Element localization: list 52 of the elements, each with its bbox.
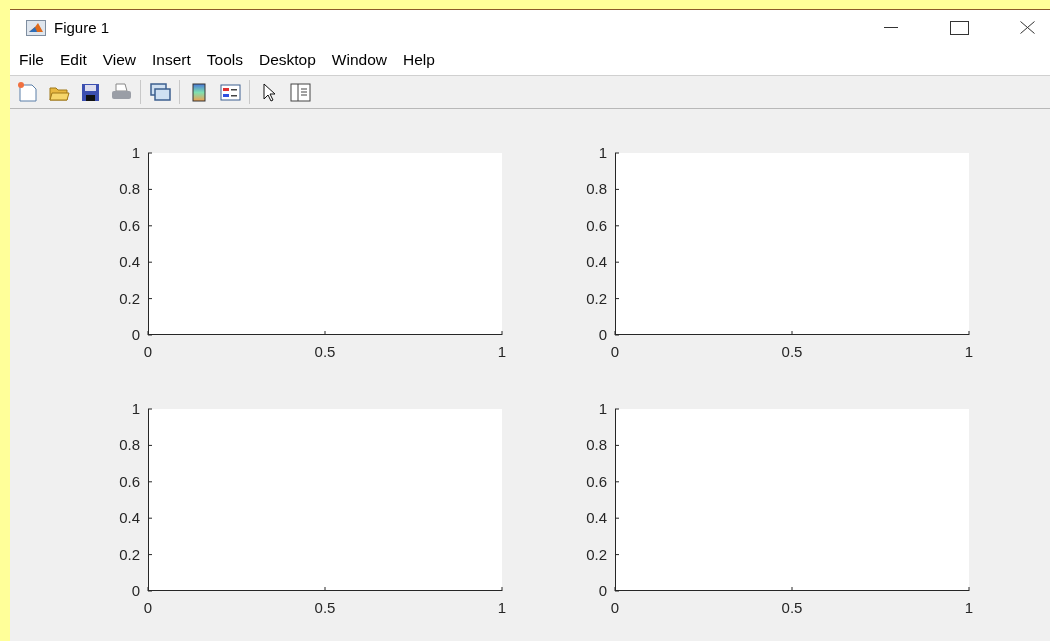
window-title: Figure 1 [54,19,111,36]
tick-label: 0.6 [119,472,140,490]
tick-label: 1 [964,599,974,616]
tick-label: 0.4 [586,509,607,527]
tick-label: 1 [131,400,140,417]
linked-windows-icon[interactable] [148,80,172,104]
tick-label: 0.4 [119,253,140,271]
minimize-icon[interactable] [884,26,898,29]
tick-label: 0 [610,599,620,616]
close-icon[interactable] [1019,21,1035,34]
tick-label: 0.5 [314,343,336,360]
menu-item[interactable]: Edit [51,51,94,69]
tick-label: 0.5 [781,343,803,360]
tick-label: 0.4 [586,253,607,271]
tick-label: 0.6 [119,216,140,234]
tick-label: 0.2 [119,289,140,307]
tick-label: 0.2 [119,545,140,563]
panel-icon[interactable] [288,80,312,104]
maximize-icon[interactable] [949,20,969,35]
tick-label: 0.8 [586,180,607,198]
app-icon [26,19,46,36]
menu-item[interactable]: File [10,51,51,69]
tick-label: 0 [610,343,620,360]
tick-label: 0.5 [781,599,803,616]
tick-label: 0.5 [314,599,336,616]
tick-label: 0.4 [119,509,140,527]
menu-item[interactable]: View [93,51,144,69]
tick-label: 0.2 [586,289,607,307]
tick-label: 0 [143,343,153,360]
tick-label: 1 [964,343,974,360]
tick-label: 0 [131,326,140,343]
menu-item[interactable]: Tools [197,51,250,69]
tick-label: 0.8 [119,180,140,198]
tick-label: 0 [598,582,607,599]
tick-label: 1 [497,343,507,360]
tick-label: 0.8 [586,436,607,454]
tick-label: 0 [143,599,153,616]
tick-label: 0.2 [586,545,607,563]
menu-item[interactable]: Window [322,51,394,69]
tick-label: 1 [598,400,607,417]
tick-label: 0 [131,582,140,599]
tick-label: 1 [598,144,607,161]
menu-item[interactable]: Help [394,51,442,69]
tick-label: 1 [131,144,140,161]
tick-label: 0.6 [586,472,607,490]
menu-item[interactable]: Desktop [250,51,323,69]
tick-label: 0 [598,326,607,343]
tick-label: 1 [497,599,507,616]
tick-label: 0.8 [119,436,140,454]
menu-item[interactable]: Insert [143,51,198,69]
new-file-icon[interactable] [16,80,40,104]
tick-label: 0.6 [586,216,607,234]
